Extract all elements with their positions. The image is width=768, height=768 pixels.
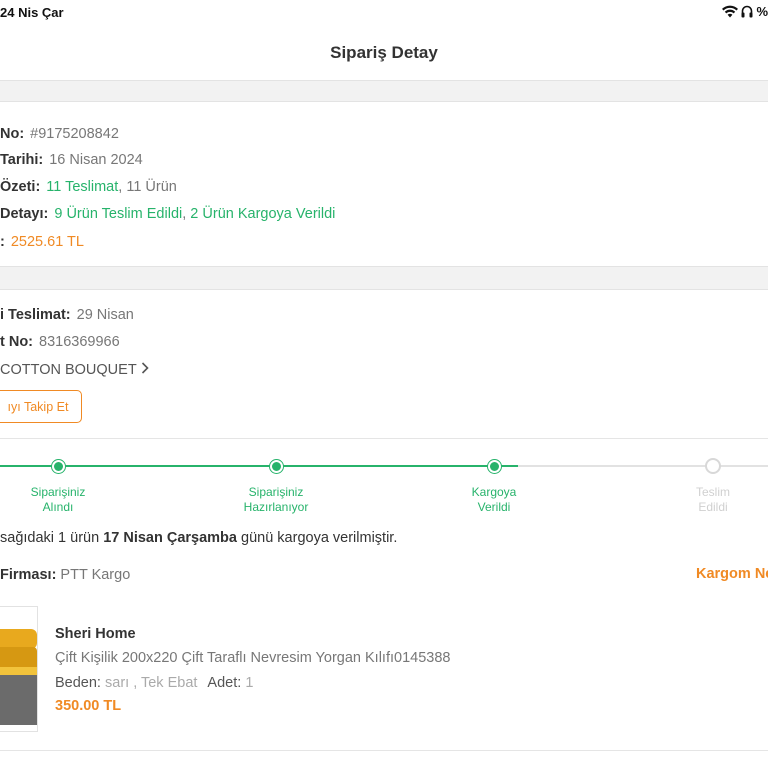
progress-line-remaining xyxy=(518,465,768,467)
product-image[interactable] xyxy=(0,606,38,732)
headphones-icon xyxy=(741,5,753,18)
nav-bar: Sipariş Detay xyxy=(0,26,768,80)
step-label-preparing: Siparişiniz Hazırlanıyor xyxy=(243,485,309,514)
where-is-my-cargo-link[interactable]: Kargom Ne xyxy=(696,566,768,582)
step-dot-received xyxy=(52,460,65,473)
section-separator xyxy=(0,266,768,290)
step-label-received: Siparişiniz Alındı xyxy=(30,485,86,514)
order-summary-label: Özeti: xyxy=(0,179,41,195)
order-summary-deliveries[interactable]: 11 Teslimat xyxy=(46,179,118,195)
order-date-label: Tarihi: xyxy=(0,152,44,168)
status-time: 24 Nis Çar xyxy=(0,5,64,20)
step-label-delivered: Teslim Edildi xyxy=(695,485,730,514)
product-price: 350.00 TL xyxy=(55,698,122,714)
order-detail-label: Detayı: xyxy=(0,206,49,222)
product-qty-label: Adet: xyxy=(207,675,242,691)
delivery-number-label: t No: xyxy=(0,334,34,350)
cargo-firm-row: Firması: PTT Kargo xyxy=(0,567,130,583)
step-dot-preparing xyxy=(270,460,283,473)
status-icons: % xyxy=(722,4,768,19)
product-size-value: sarı , Tek Ebat xyxy=(105,675,198,691)
order-detail-shipped[interactable]: 2 Ürün Kargoya Verildi xyxy=(190,206,335,222)
product-image-pillow xyxy=(0,629,37,649)
product-qty-value: 1 xyxy=(245,675,254,691)
product-attributes: Beden: sarı , Tek Ebat Adet: 1 xyxy=(55,675,253,691)
shipment-date: 17 Nisan Çarşamba xyxy=(103,530,237,546)
order-detail-row: Detayı: 9 Ürün Teslim Edildi, 2 Ürün Karg… xyxy=(0,206,335,222)
status-bar: 24 Nis Çar % xyxy=(0,0,768,26)
page-title: Sipariş Detay xyxy=(330,43,438,62)
step-dot-delivered xyxy=(705,458,721,474)
estimated-delivery-label: i Teslimat: xyxy=(0,307,71,323)
order-total-label: : xyxy=(0,234,5,250)
product-size-label: Beden: xyxy=(55,675,101,691)
order-date-value: 16 Nisan 2024 xyxy=(49,152,143,168)
order-summary-items: , 11 Ürün xyxy=(118,179,177,195)
seller-name: COTTON BOUQUET xyxy=(0,362,137,378)
section-separator xyxy=(0,80,768,102)
step-dot-shipped xyxy=(488,460,501,473)
battery-percent: % xyxy=(756,4,768,19)
delivery-number-row: t No: 8316369966 xyxy=(0,334,120,350)
seller-link[interactable]: COTTON BOUQUET xyxy=(0,362,149,378)
order-number-label: No: xyxy=(0,126,25,142)
chevron-right-icon xyxy=(141,362,149,378)
product-image-sheet xyxy=(0,667,37,675)
product-seller: Sheri Home xyxy=(55,626,136,642)
step-label-shipped: Kargoya Verildi xyxy=(471,485,517,514)
divider xyxy=(0,438,768,439)
track-shipment-button[interactable]: ıyı Takip Et xyxy=(0,390,82,423)
delivery-number-value: 8316369966 xyxy=(39,334,120,350)
order-total-row: :2525.61 TL xyxy=(0,234,84,250)
order-summary-row: Özeti: 11 Teslimat, 11 Ürün xyxy=(0,179,177,195)
order-date-row: Tarihi: 16 Nisan 2024 xyxy=(0,152,143,168)
order-progress: Siparişiniz Alındı Siparişiniz Hazırlanı… xyxy=(0,455,768,525)
order-total-value: 2525.61 TL xyxy=(10,234,84,250)
cargo-firm-value: PTT Kargo xyxy=(60,567,131,583)
order-number-row: No: #9175208842 xyxy=(0,126,119,142)
estimated-delivery-value: 29 Nisan xyxy=(76,307,134,323)
shipment-note: sağıdaki 1 ürün 17 Nisan Çarşamba günü k… xyxy=(0,530,398,546)
order-number-value: #9175208842 xyxy=(30,126,119,142)
progress-line-done xyxy=(0,465,518,467)
divider xyxy=(0,750,768,751)
product-name[interactable]: Çift Kişilik 200x220 Çift Taraflı Nevres… xyxy=(55,650,450,666)
product-image-blanket xyxy=(0,669,37,725)
wifi-icon xyxy=(722,5,739,18)
order-detail-delivered[interactable]: 9 Ürün Teslim Edildi xyxy=(54,206,182,222)
cargo-firm-label: Firması: xyxy=(0,567,57,583)
estimated-delivery-row: i Teslimat: 29 Nisan xyxy=(0,307,134,323)
